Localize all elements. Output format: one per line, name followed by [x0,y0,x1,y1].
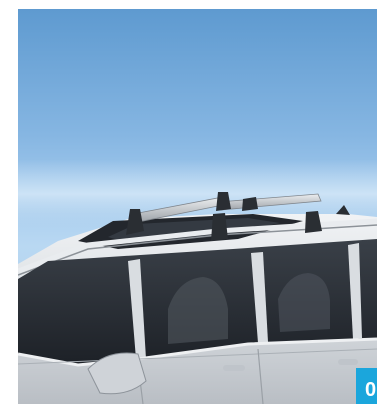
product-photo: 08 [18,9,377,404]
car-with-roof-rack-illustration [18,159,377,404]
rack-foot [242,197,258,211]
page-number-badge: 08 [356,368,377,404]
rear-door-handle [338,359,358,365]
rack-foot [211,213,228,241]
door-handle [223,365,245,371]
